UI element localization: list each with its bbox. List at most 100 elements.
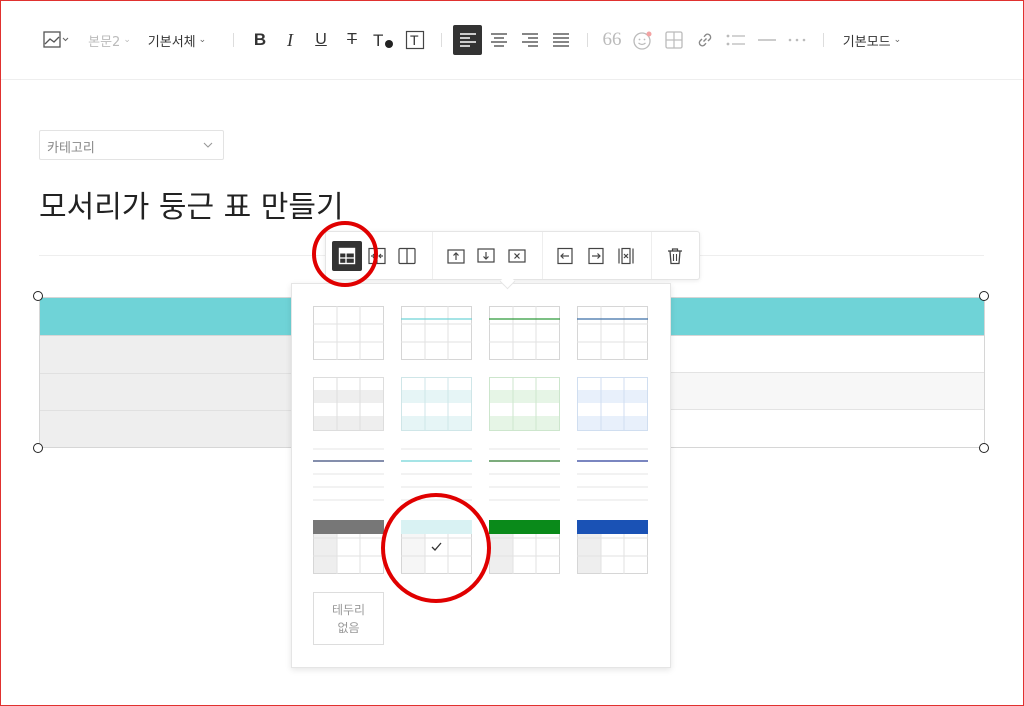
table-style-panel: 테두리 없음	[291, 283, 671, 668]
table-style-option[interactable]	[489, 520, 560, 574]
svg-text:T: T	[373, 31, 383, 50]
table-grid-line	[40, 373, 292, 374]
paragraph-style-label: 본문2	[88, 34, 121, 50]
align-left-icon	[459, 33, 476, 47]
table-style-option[interactable]	[489, 377, 560, 431]
table-toolbar	[325, 231, 700, 280]
table-style-option[interactable]	[313, 377, 384, 431]
align-left-button[interactable]	[453, 25, 482, 55]
delete-row-button[interactable]	[502, 241, 532, 271]
merge-cells-icon	[368, 247, 386, 265]
list-button[interactable]	[722, 25, 750, 55]
toolbar-divider	[233, 33, 234, 47]
insert-row-above-button[interactable]	[441, 241, 471, 271]
category-placeholder: 카테고리	[47, 141, 95, 156]
table-style-option[interactable]	[313, 448, 384, 502]
table-icon	[665, 31, 683, 49]
align-right-icon	[522, 33, 538, 47]
resize-handle-bottom-right[interactable]	[979, 443, 989, 453]
insert-row-below-icon	[477, 248, 495, 263]
resize-handle-top-right[interactable]	[979, 291, 989, 301]
align-justify-icon	[553, 33, 569, 47]
delete-column-icon	[618, 247, 634, 265]
insert-column-left-icon	[557, 247, 573, 265]
text-background-button[interactable]: T	[401, 25, 429, 55]
insert-column-right-button[interactable]	[581, 241, 611, 271]
resize-handle-bottom-left[interactable]	[33, 443, 43, 453]
table-style-option[interactable]	[401, 377, 472, 431]
toolbar-divider	[542, 232, 543, 279]
more-button[interactable]	[783, 25, 811, 55]
mode-label: 기본모드	[842, 34, 891, 50]
emoticon-button[interactable]	[629, 25, 657, 55]
resize-handle-top-left[interactable]	[33, 291, 43, 301]
delete-column-button[interactable]	[611, 241, 641, 271]
horizontal-line-button[interactable]	[753, 25, 781, 55]
underline-button[interactable]: U	[308, 25, 334, 55]
bold-button[interactable]: B	[247, 25, 273, 55]
table-style-option[interactable]	[577, 377, 648, 431]
horizontal-line-icon	[758, 39, 776, 41]
no-border-label: 테두리	[331, 602, 366, 617]
delete-row-icon	[508, 249, 526, 263]
table-first-column	[40, 336, 292, 447]
no-border-label: 없음	[337, 620, 360, 635]
italic-button[interactable]: I	[277, 25, 303, 55]
quote-icon: 66	[602, 29, 622, 50]
bullet-list-icon	[726, 34, 745, 46]
delete-table-button[interactable]	[660, 241, 690, 271]
strikethrough-icon: T	[347, 31, 357, 48]
no-border-style-button[interactable]: 테두리 없음	[313, 592, 384, 645]
font-family-dropdown[interactable]: 기본서체 ⌄	[146, 25, 208, 55]
table-style-option[interactable]	[489, 306, 560, 360]
strikethrough-button[interactable]: T	[339, 25, 365, 55]
align-justify-button[interactable]	[547, 25, 575, 55]
table-grid-line	[40, 410, 292, 411]
table-style-option[interactable]	[577, 448, 648, 502]
insert-row-above-icon	[447, 249, 465, 264]
chevron-down-icon: ⌄	[123, 35, 131, 45]
table-style-option-selected[interactable]	[401, 520, 472, 574]
text-background-icon: T	[405, 30, 425, 50]
table-style-option[interactable]	[577, 306, 648, 360]
table-style-option[interactable]	[489, 448, 560, 502]
font-family-label: 기본서체	[147, 34, 196, 50]
merge-cells-button[interactable]	[362, 241, 392, 271]
table-style-option[interactable]	[401, 448, 472, 502]
align-right-button[interactable]	[516, 25, 544, 55]
mode-dropdown[interactable]: 기본모드 ⌄	[839, 25, 905, 55]
toolbar-divider	[823, 33, 824, 47]
table-style-option[interactable]	[313, 306, 384, 360]
more-icon	[788, 38, 806, 42]
chevron-down-icon: ⌄	[198, 35, 207, 45]
split-cells-icon	[398, 247, 416, 265]
table-style-option[interactable]	[401, 306, 472, 360]
insert-row-below-button[interactable]	[471, 241, 501, 271]
toolbar-divider	[432, 232, 433, 279]
paragraph-style-dropdown[interactable]: 본문2 ⌄	[87, 25, 132, 55]
table-style-icon	[338, 247, 356, 265]
toolbar-divider	[441, 33, 442, 47]
post-title[interactable]: 모서리가 둥근 표 만들기	[39, 182, 344, 226]
text-color-button[interactable]: T	[369, 25, 397, 55]
align-center-icon	[491, 33, 507, 47]
italic-icon: I	[287, 29, 293, 50]
split-cells-button[interactable]	[392, 241, 422, 271]
table-insert-button[interactable]	[660, 25, 688, 55]
category-select[interactable]: 카테고리	[39, 130, 224, 160]
svg-text:T: T	[410, 32, 419, 48]
table-style-button[interactable]	[332, 241, 362, 271]
emoticon-icon	[633, 31, 652, 50]
table-style-option[interactable]	[577, 520, 648, 574]
image-insert-button[interactable]	[41, 25, 71, 55]
align-center-button[interactable]	[485, 25, 513, 55]
editor-toolbar: 본문2 ⌄ 기본서체 ⌄ B I U T T T 66 기본모드 ⌄	[1, 1, 1023, 80]
link-button[interactable]	[691, 25, 719, 55]
quote-button[interactable]: 66	[599, 25, 625, 55]
table-style-option[interactable]	[313, 520, 384, 574]
insert-column-left-button[interactable]	[550, 241, 580, 271]
toolbar-divider	[587, 33, 588, 47]
text-color-icon: T	[373, 31, 393, 50]
underline-icon: U	[315, 31, 327, 48]
chevron-down-icon	[203, 142, 213, 148]
